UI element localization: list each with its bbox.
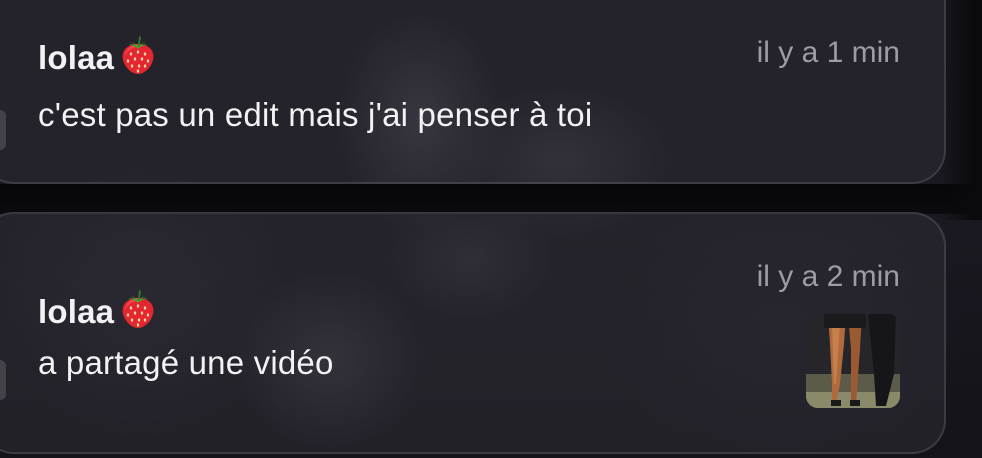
- strawberry-icon: [122, 290, 154, 328]
- notification-card[interactable]: lolaa il y a 2 min a partagé une vidéo: [0, 212, 946, 454]
- left-edge-indicator: [0, 110, 6, 150]
- video-thumbnail-image: [806, 314, 900, 408]
- sender-name: lolaa: [38, 293, 115, 330]
- sender-name: lolaa: [38, 39, 115, 76]
- notification-sender: lolaa: [38, 36, 160, 80]
- notification-time: il y a 2 min: [756, 260, 900, 293]
- notification-message: a partagé une vidéo: [38, 344, 334, 381]
- notification-message: c'est pas un edit mais j'ai penser à toi: [38, 96, 593, 133]
- wallpaper-edge: [942, 0, 982, 220]
- notification-sender: lolaa: [38, 290, 160, 334]
- left-edge-indicator: [0, 360, 6, 400]
- wallpaper-dark-band: [0, 184, 982, 214]
- video-thumbnail[interactable]: [806, 314, 900, 408]
- notification-time: il y a 1 min: [756, 36, 900, 69]
- notification-card[interactable]: lolaa il y a 1 min c'est pas un edit mai…: [0, 0, 946, 184]
- strawberry-icon: [122, 36, 154, 74]
